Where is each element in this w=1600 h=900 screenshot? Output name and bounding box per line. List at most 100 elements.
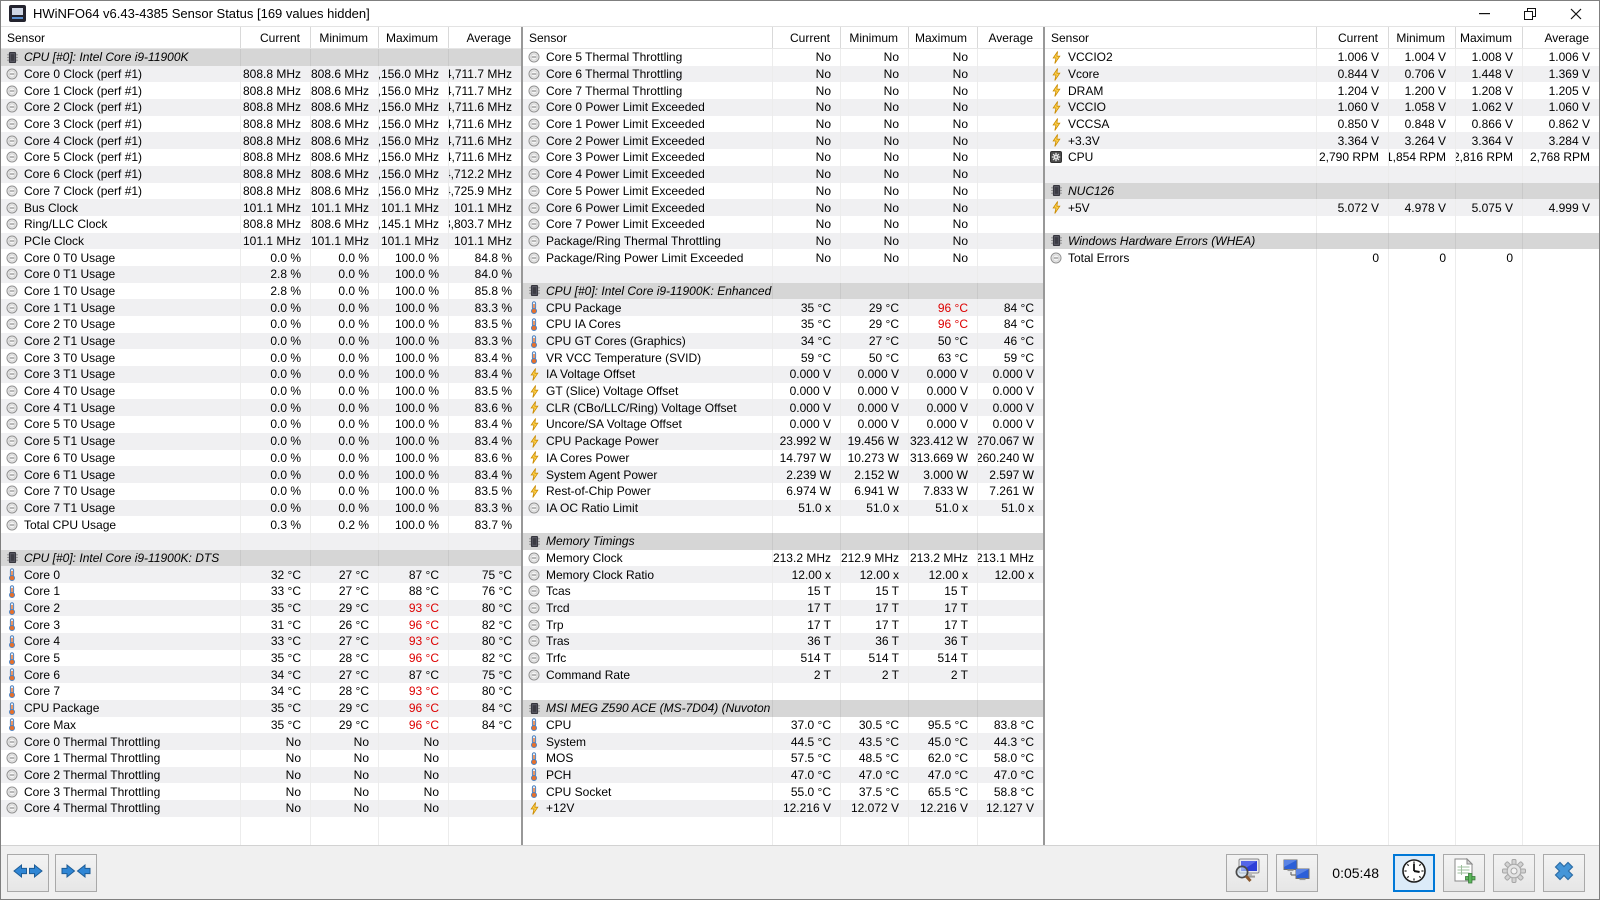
section-header-row[interactable]: Memory Timings bbox=[523, 532, 1043, 550]
section-header-row[interactable]: Windows Hardware Errors (WHEA) bbox=[1045, 232, 1599, 250]
sensor-row[interactable]: Total Errors 0 0 0 bbox=[1045, 249, 1599, 266]
sensor-row[interactable]: Core 2 T0 Usage 0.0 % 0.0 % 100.0 % 83.5 % bbox=[1, 316, 521, 333]
sensor-row[interactable]: Core 7 34 °C 28 °C 93 °C 80 °C bbox=[1, 683, 521, 700]
sensor-row[interactable]: Core 6 34 °C 27 °C 87 °C 75 °C bbox=[1, 666, 521, 684]
sensor-row[interactable]: Core 6 Clock (perf #1) 808.8 MHz 808.6 MHz… bbox=[1, 165, 521, 183]
sensor-row[interactable]: PCH 47.0 °C 47.0 °C 47.0 °C 47.0 °C bbox=[523, 766, 1043, 784]
sensor-row[interactable]: Core 4 Clock (perf #1) 808.8 MHz 808.6 MHz… bbox=[1, 132, 521, 150]
sensor-row[interactable]: CPU Socket 55.0 °C 37.5 °C 65.5 °C 58.8 °C bbox=[523, 783, 1043, 800]
sensor-row[interactable]: Core 5 T1 Usage 0.0 % 0.0 % 100.0 % 83.4 % bbox=[1, 432, 521, 450]
sensor-row[interactable]: CPU Package 35 °C 29 °C 96 °C 84 °C bbox=[523, 299, 1043, 316]
sensor-row[interactable]: VR VCC Temperature (SVID) 59 °C 50 °C 63 °C… bbox=[523, 349, 1043, 367]
collapse-columns-button[interactable] bbox=[55, 853, 97, 892]
sensor-row[interactable]: Core 5 35 °C 28 °C 96 °C 82 °C bbox=[1, 649, 521, 667]
sensor-row[interactable]: Core 7 Thermal Throttling No No No bbox=[523, 82, 1043, 100]
sensor-row[interactable]: Core 0 T0 Usage 0.0 % 0.0 % 100.0 % 84.8 % bbox=[1, 249, 521, 266]
sensor-row[interactable]: Core 4 T0 Usage 0.0 % 0.0 % 100.0 % 83.5 % bbox=[1, 382, 521, 400]
sensor-row[interactable]: Tras 36 T 36 T 36 T bbox=[523, 633, 1043, 650]
sensor-row[interactable]: Core 3 31 °C 26 °C 96 °C 82 °C bbox=[1, 616, 521, 634]
sensor-row[interactable]: Package/Ring Thermal Throttling No No No bbox=[523, 232, 1043, 250]
sensor-row[interactable]: +12V 12.216 V 12.072 V 12.216 V 12.127 V bbox=[523, 799, 1043, 817]
sensor-row[interactable]: Core 0 T1 Usage 2.8 % 0.0 % 100.0 % 84.0 % bbox=[1, 265, 521, 283]
sensor-row[interactable]: Vcore 0.844 V 0.706 V 1.448 V 1.369 V bbox=[1045, 65, 1599, 83]
sensor-row[interactable]: Core 7 T1 Usage 0.0 % 0.0 % 100.0 % 83.3 % bbox=[1, 499, 521, 517]
sensor-row[interactable]: Core 1 Power Limit Exceeded No No No bbox=[523, 115, 1043, 133]
reset-clock-button[interactable] bbox=[1393, 853, 1435, 892]
sensor-row[interactable]: DRAM 1.204 V 1.200 V 1.208 V 1.205 V bbox=[1045, 82, 1599, 100]
sensor-row[interactable]: Core 5 Power Limit Exceeded No No No bbox=[523, 182, 1043, 200]
sensor-row[interactable]: CPU GT Cores (Graphics) 34 °C 27 °C 50 °C 46… bbox=[523, 332, 1043, 350]
sensor-row[interactable]: System Agent Power 2.239 W 2.152 W 3.000 W 2… bbox=[523, 466, 1043, 483]
section-header-row[interactable]: NUC126 bbox=[1045, 182, 1599, 200]
sensor-row[interactable]: Core 6 Thermal Throttling No No No bbox=[523, 65, 1043, 83]
sensor-row[interactable]: Core 5 Thermal Throttling No No No bbox=[523, 49, 1043, 66]
sensor-row[interactable]: Core 6 T1 Usage 0.0 % 0.0 % 100.0 % 83.4 % bbox=[1, 466, 521, 483]
sensor-row[interactable]: IA Voltage Offset 0.000 V 0.000 V 0.000 V 0.… bbox=[523, 366, 1043, 383]
sensor-row[interactable]: Core 3 Thermal Throttling No No No bbox=[1, 783, 521, 800]
sensor-row[interactable]: CPU Package 35 °C 29 °C 96 °C 84 °C bbox=[1, 699, 521, 717]
sensor-row[interactable]: Uncore/SA Voltage Offset 0.000 V 0.000 V 0.… bbox=[523, 416, 1043, 433]
sensor-row[interactable]: MOS 57.5 °C 48.5 °C 62.0 °C 58.0 °C bbox=[523, 749, 1043, 767]
system-summary-button[interactable] bbox=[1226, 853, 1269, 892]
report-button[interactable] bbox=[1443, 853, 1485, 892]
sensor-row[interactable]: Core 4 33 °C 27 °C 93 °C 80 °C bbox=[1, 633, 521, 650]
sensor-row[interactable]: Core 1 33 °C 27 °C 88 °C 76 °C bbox=[1, 583, 521, 600]
quit-button[interactable] bbox=[1543, 853, 1585, 892]
sensor-row[interactable]: Tcas 15 T 15 T 15 T bbox=[523, 583, 1043, 600]
sensor-row[interactable]: Core 6 Power Limit Exceeded No No No bbox=[523, 199, 1043, 216]
titlebar[interactable]: HWiNFO64 v6.43-4385 Sensor Status [169 v… bbox=[1, 1, 1599, 27]
sensor-row[interactable]: Memory Clock1,213.2 MHz1,212.9 MHz1,213.… bbox=[523, 549, 1043, 567]
sensor-row[interactable]: Trp 17 T 17 T 17 T bbox=[523, 616, 1043, 634]
sensor-row[interactable]: Core 0 32 °C 27 °C 87 °C 75 °C bbox=[1, 566, 521, 583]
sensor-row[interactable]: Command Rate 2 T2 T2 T bbox=[523, 666, 1043, 684]
sensor-row[interactable]: Core 5 Clock (perf #1) 808.8 MHz 808.6 MHz… bbox=[1, 149, 521, 166]
sensor-row[interactable]: Core 4 Thermal Throttling No No No bbox=[1, 799, 521, 817]
sensor-row[interactable]: Core 0 Power Limit Exceeded No No No bbox=[523, 99, 1043, 116]
sensor-row[interactable]: CPU 37.0 °C 30.5 °C 95.5 °C 83.8 °C bbox=[523, 716, 1043, 734]
sensor-row[interactable]: PCIe Clock 101.1 MHz 101.1 MHz 101.1 MHz 101… bbox=[1, 232, 521, 250]
section-header-row[interactable]: MSI MEG Z590 ACE (MS-7D04) (Nuvoton N... bbox=[523, 699, 1043, 717]
sensor-row[interactable]: CPU Package Power 23.992 W 19.456 W 323.412… bbox=[523, 432, 1043, 450]
sensor-row[interactable]: Core 1 Clock (perf #1) 808.8 MHz 808.6 MHz… bbox=[1, 82, 521, 100]
sensor-row[interactable]: Rest-of-Chip Power 6.974 W 6.941 W 7.833 W 7… bbox=[523, 482, 1043, 500]
sensor-row[interactable]: Memory Clock Ratio 12.00 x 12.00 x 12.00 x1… bbox=[523, 566, 1043, 583]
sensor-row[interactable]: Core 4 Power Limit Exceeded No No No bbox=[523, 165, 1043, 183]
sensor-row[interactable]: Core 2 35 °C 29 °C 93 °C 80 °C bbox=[1, 599, 521, 617]
sensor-row[interactable]: Core 2 Clock (perf #1) 808.8 MHz 808.6 MHz… bbox=[1, 99, 521, 116]
sensor-row[interactable]: Core 7 Power Limit Exceeded No No No bbox=[523, 215, 1043, 233]
sensor-row[interactable]: Core 1 Thermal Throttling No No No bbox=[1, 749, 521, 767]
sensor-row[interactable]: Bus Clock 101.1 MHz 101.1 MHz 101.1 MHz 101.… bbox=[1, 199, 521, 216]
sensor-row[interactable]: Trfc 514 T 514 T 514 T bbox=[523, 649, 1043, 667]
section-header-row[interactable]: CPU [#0]: Intel Core i9-11900K: DTS bbox=[1, 549, 521, 567]
sensor-row[interactable]: VCCIO2 1.006 V 1.004 V 1.008 V 1.006 V bbox=[1045, 49, 1599, 66]
sensor-row[interactable]: Core 3 T0 Usage 0.0 % 0.0 % 100.0 % 83.4 % bbox=[1, 349, 521, 367]
sensor-row[interactable]: Package/Ring Power Limit Exceeded No No No bbox=[523, 249, 1043, 266]
sensor-row[interactable]: Core 3 T1 Usage 0.0 % 0.0 % 100.0 % 83.4 % bbox=[1, 366, 521, 383]
remote-monitoring-button[interactable] bbox=[1276, 853, 1319, 892]
sensor-row[interactable]: Core 2 Thermal Throttling No No No bbox=[1, 766, 521, 784]
section-header-row[interactable]: CPU [#0]: Intel Core i9-11900K bbox=[1, 49, 521, 66]
sensor-row[interactable]: Core 1 T0 Usage 2.8 % 0.0 % 100.0 % 85.8 % bbox=[1, 282, 521, 300]
minimize-button[interactable] bbox=[1461, 1, 1507, 26]
sensor-row[interactable]: Core 5 T0 Usage 0.0 % 0.0 % 100.0 % 83.4 % bbox=[1, 416, 521, 433]
close-button[interactable] bbox=[1553, 1, 1599, 26]
sensor-row[interactable]: Total CPU Usage 0.3 % 0.2 % 100.0 % 83.7 % bbox=[1, 516, 521, 533]
sensor-row[interactable]: Trcd 17 T 17 T 17 T bbox=[523, 599, 1043, 617]
sensor-row[interactable]: CPU IA Cores 35 °C 29 °C 96 °C 84 °C bbox=[523, 316, 1043, 333]
sensor-row[interactable]: Ring/LLC Clock 808.8 MHz808.6 MHz4,145.1 … bbox=[1, 215, 521, 233]
sensor-row[interactable]: +5V 5.072 V 4.978 V 5.075 V 4.999 V bbox=[1045, 199, 1599, 216]
section-header-row[interactable]: CPU [#0]: Intel Core i9-11900K: Enhanced bbox=[523, 282, 1043, 300]
sensor-row[interactable]: GT (Slice) Voltage Offset 0.000 V 0.000 V0… bbox=[523, 382, 1043, 400]
sensor-row[interactable]: VCCIO 1.060 V 1.058 V 1.062 V 1.060 V bbox=[1045, 99, 1599, 116]
sensor-row[interactable]: VCCSA 0.850 V 0.848 V 0.866 V 0.862 V bbox=[1045, 115, 1599, 133]
sensor-row[interactable]: CPU 2,790 RPM 1,854 RPM 2,816 RPM 2,768 RPM bbox=[1045, 149, 1599, 166]
sensor-row[interactable]: +3.3V 3.364 V 3.264 V 3.364 V 3.284 V bbox=[1045, 132, 1599, 150]
sensor-row[interactable]: Core 3 Power Limit Exceeded No No No bbox=[523, 149, 1043, 166]
sensor-row[interactable]: Core 2 T1 Usage 0.0 % 0.0 % 100.0 % 83.3 % bbox=[1, 332, 521, 350]
sensor-row[interactable]: Core 0 Clock (perf #1) 808.8 MHz 808.6 MHz… bbox=[1, 65, 521, 83]
restore-button[interactable] bbox=[1507, 1, 1553, 26]
expand-columns-button[interactable] bbox=[7, 853, 49, 892]
settings-button[interactable] bbox=[1493, 853, 1535, 892]
sensor-row[interactable]: Core 1 T1 Usage 0.0 % 0.0 % 100.0 % 83.3 % bbox=[1, 299, 521, 316]
sensor-row[interactable]: IA Cores Power 14.797 W 10.273 W 313.669 W2… bbox=[523, 449, 1043, 467]
